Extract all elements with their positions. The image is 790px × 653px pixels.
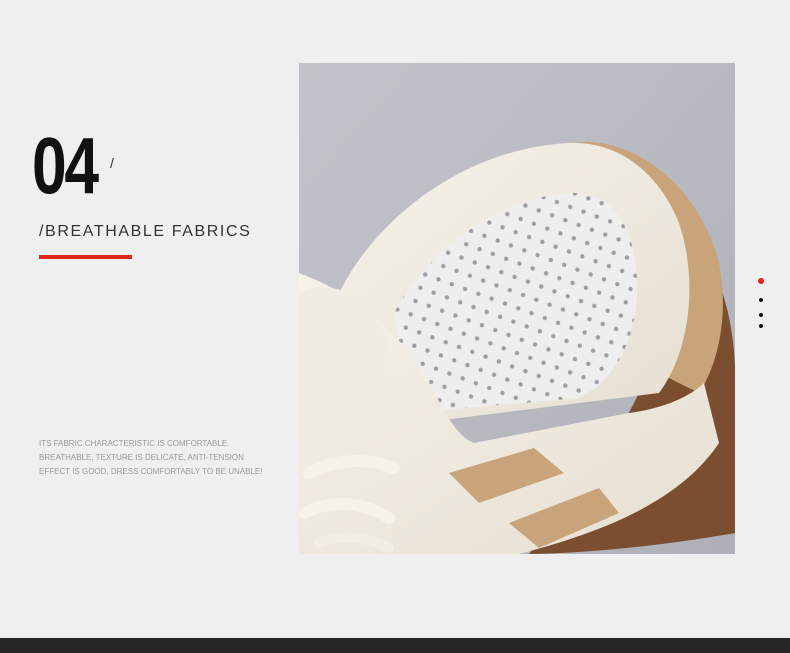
feature-description: ITS FABRIC CHARACTERISTIC IS COMFORTABLE… (39, 437, 289, 479)
footer-band (0, 638, 790, 653)
pagination-dot-active[interactable] (758, 278, 764, 284)
pagination-dot[interactable] (759, 298, 763, 302)
feature-slash: / (110, 155, 114, 171)
feature-title: /BREATHABLE FABRICS (39, 223, 252, 240)
description-line: EFFECT IS GOOD, DRESS COMFORTABLY TO BE … (39, 467, 263, 476)
description-line: ITS FABRIC CHARACTERISTIC IS COMFORTABLE… (39, 439, 230, 448)
feature-number: 04 (32, 121, 99, 210)
accent-underline (39, 255, 132, 259)
product-photo (299, 63, 735, 554)
pagination-dot[interactable] (759, 313, 763, 317)
description-line: BREATHABLE, TEXTURE IS DELICATE, ANTI-TE… (39, 453, 244, 462)
pagination-dot[interactable] (759, 324, 763, 328)
